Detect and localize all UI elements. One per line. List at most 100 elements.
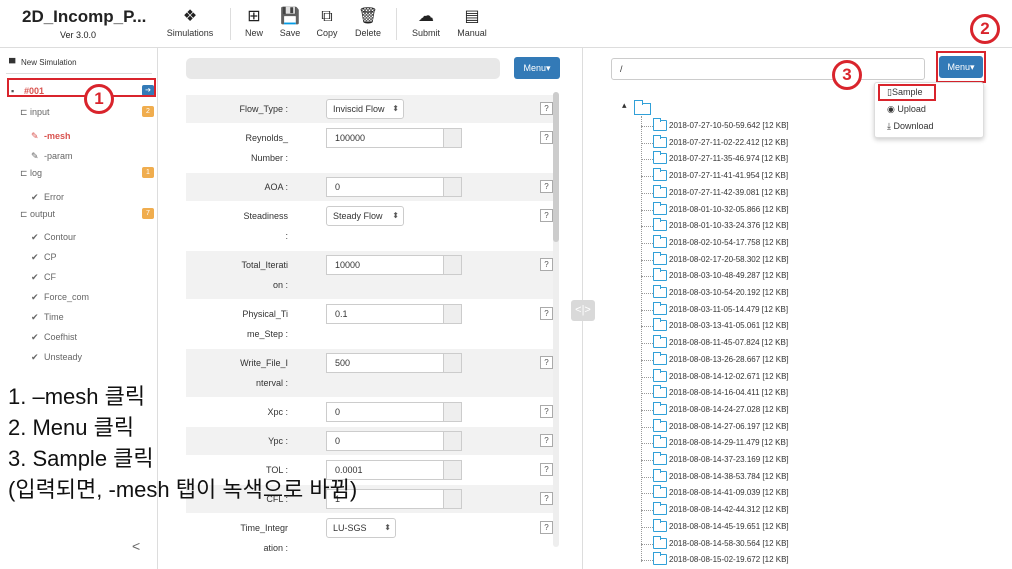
cubes-icon: ❖ <box>182 8 198 25</box>
folder-icon <box>653 435 667 449</box>
select-arrow-icon: ⬍ <box>384 523 391 532</box>
select-field[interactable]: Inviscid Flow ⬍ <box>326 99 404 119</box>
help-button[interactable]: ? <box>540 131 553 144</box>
select-field[interactable]: LU-SGS ⬍ <box>326 518 396 538</box>
menu-item-download[interactable]: ⤓ Download <box>887 121 934 132</box>
sidebar-item-output[interactable]: ⊏ output 7 <box>0 204 158 224</box>
form-menu-button[interactable]: Menu▾ <box>514 57 560 79</box>
folder-label: 2018-08-08-15-02-19.672 [12 KB] <box>669 555 789 565</box>
text-field[interactable]: 0 <box>326 177 444 197</box>
help-button[interactable]: ? <box>540 405 553 418</box>
folder-icon <box>653 385 667 399</box>
save-button[interactable]: 💾 Save <box>276 6 304 44</box>
submit-button[interactable]: ☁ Submit <box>406 6 446 44</box>
trash-icon: 🗑 <box>357 8 379 25</box>
folder-label: 2018-08-08-14-27-06.197 [12 KB] <box>669 421 789 431</box>
log-label: log <box>30 168 43 178</box>
root-folder-icon[interactable] <box>634 100 651 115</box>
manual-button-label: Manual <box>457 28 487 38</box>
path-input[interactable]: / <box>611 58 925 80</box>
form-title-bar <box>186 58 500 79</box>
field-addon <box>444 489 462 509</box>
tree-branch-line <box>641 543 653 545</box>
select-value: Inviscid Flow <box>333 104 385 114</box>
top-toolbar: 2D_Incomp_P... Ver 3.0.0 ❖ Simulations ⊞ Ne… <box>0 0 1012 48</box>
sidebar-item-cp[interactable]: ✔ CP <box>0 247 158 267</box>
help-button[interactable]: ? <box>540 209 553 222</box>
field-label-continued: on : <box>272 280 288 290</box>
output-label: output <box>30 209 56 219</box>
form-row: Steadiness: Steady Flow ⬍? <box>186 202 558 250</box>
field-label: Xpc : <box>267 407 288 417</box>
copy-button[interactable]: ⧉ Copy <box>312 6 342 44</box>
text-field[interactable]: 10000 <box>326 255 444 275</box>
sidebar-item-force-com[interactable]: ✔ Force_com <box>0 287 158 307</box>
select-field[interactable]: Steady Flow ⬍ <box>326 206 404 226</box>
folder-icon <box>653 351 667 365</box>
check-icon: ✔ <box>31 272 39 282</box>
mesh-highlight-box <box>7 78 156 97</box>
menu-item-upload[interactable]: ◉ Upload <box>887 104 926 115</box>
field-label: AOA : <box>264 182 288 192</box>
sidebar-item-time[interactable]: ✔ Time <box>0 307 158 327</box>
toolbar-divider <box>230 8 231 40</box>
mesh-label: -mesh <box>44 131 71 141</box>
field-label-continued: Number : <box>250 153 288 163</box>
tree-branch-line <box>641 476 653 478</box>
delete-button[interactable]: 🗑 Delete <box>350 6 386 44</box>
text-field[interactable]: 0 <box>326 431 444 451</box>
form-row: Total_Iterati on :10000? <box>186 251 558 299</box>
help-button[interactable]: ? <box>540 180 553 193</box>
output-item-label: CP <box>44 252 57 262</box>
sidebar-item-unsteady[interactable]: ✔ Unsteady <box>0 347 158 367</box>
folder-label: 2018-08-03-10-54-20.192 [12 KB] <box>669 288 789 297</box>
folder-label: 2018-08-08-14-29-11.479 [12 KB] <box>669 438 789 448</box>
collapse-sidebar-button[interactable]: < <box>132 538 140 554</box>
simulations-button[interactable]: ❖ Simulations <box>164 6 216 44</box>
help-button[interactable]: ? <box>540 434 553 447</box>
folder-label: 2018-08-08-14-41-09.039 [12 KB] <box>669 488 789 498</box>
text-field[interactable]: 100000 <box>326 128 444 148</box>
help-button[interactable]: ? <box>540 492 553 505</box>
folder-icon <box>653 251 667 265</box>
sidebar-item-coefhist[interactable]: ✔ Coefhist <box>0 327 158 347</box>
field-addon <box>444 255 462 275</box>
output-item-label: Force_com <box>44 292 90 302</box>
sidebar-item-cf[interactable]: ✔ CF <box>0 267 158 287</box>
submit-button-label: Submit <box>411 28 440 38</box>
text-field[interactable]: 0.1 <box>326 304 444 324</box>
help-button[interactable]: ? <box>540 463 553 476</box>
manual-button[interactable]: ▤ Manual <box>452 6 492 44</box>
help-button[interactable]: ? <box>540 307 553 320</box>
folder-label: 2018-08-01-10-32-05.866 [12 KB] <box>669 204 789 214</box>
help-button[interactable]: ? <box>540 521 553 534</box>
field-addon <box>444 431 462 451</box>
monitor-icon: ⊏ <box>20 107 28 117</box>
form-row: AOA : 0? <box>186 173 558 201</box>
delete-button-label: Delete <box>354 28 381 38</box>
sidebar-item-log[interactable]: ⊏ log 1 <box>0 163 158 183</box>
help-button[interactable]: ? <box>540 356 553 369</box>
help-button[interactable]: ? <box>540 102 553 115</box>
folder-label: 2018-08-01-10-33-24.376 [12 KB] <box>669 221 789 231</box>
tree-branch-line <box>641 510 653 512</box>
new-simulation-item[interactable]: ▀ New Simulation <box>0 53 158 73</box>
check-icon: ✔ <box>31 332 39 342</box>
text-field[interactable]: 500 <box>326 353 444 373</box>
instruction-line-3: 3. Sample 클릭 <box>8 446 154 471</box>
sidebar-item-input[interactable]: ⊏ input 2 <box>0 102 158 122</box>
field-addon <box>444 304 462 324</box>
text-field[interactable]: 0 <box>326 402 444 422</box>
sidebar-item-contour[interactable]: ✔ Contour <box>0 227 158 247</box>
tree-expand-icon[interactable]: ▴ <box>622 100 627 111</box>
pane-splitter[interactable]: <|> <box>571 300 595 321</box>
form-row: Xpc : 0? <box>186 398 558 426</box>
tree-branch-line <box>641 409 653 411</box>
new-button[interactable]: ⊞ New <box>240 6 268 44</box>
sidebar-item-mesh[interactable]: ✎ -mesh <box>0 126 158 146</box>
help-button[interactable]: ? <box>540 258 553 271</box>
select-arrow-icon: ⬍ <box>392 104 399 113</box>
form-scrollbar-thumb[interactable] <box>553 92 559 242</box>
folder-label: 2018-08-02-17-20-58.302 [12 KB] <box>669 254 789 264</box>
input-label: input <box>30 107 50 117</box>
